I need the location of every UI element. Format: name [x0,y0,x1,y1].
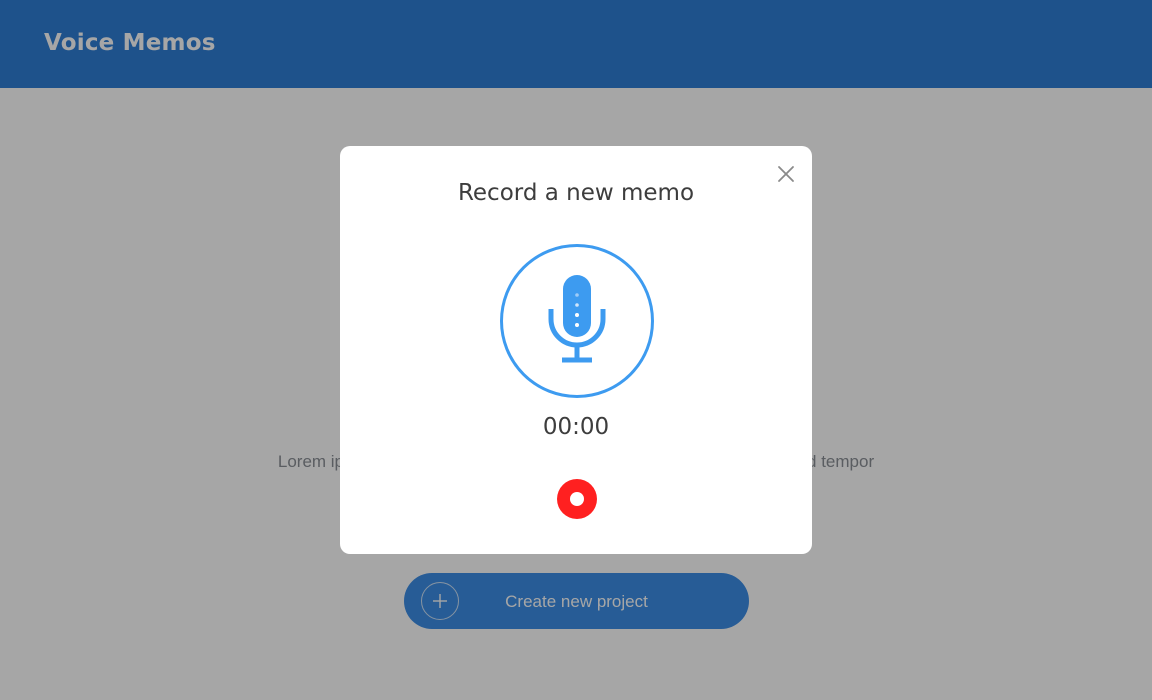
dialog-title: Record a new memo [457,180,695,206]
record-button[interactable] [557,479,597,519]
record-memo-dialog: Record a new memo 00:00 [340,146,812,554]
recording-timer: 00:00 [542,414,610,440]
record-icon [570,492,584,506]
microphone-button[interactable] [500,244,654,398]
microphone-icon [548,275,606,363]
